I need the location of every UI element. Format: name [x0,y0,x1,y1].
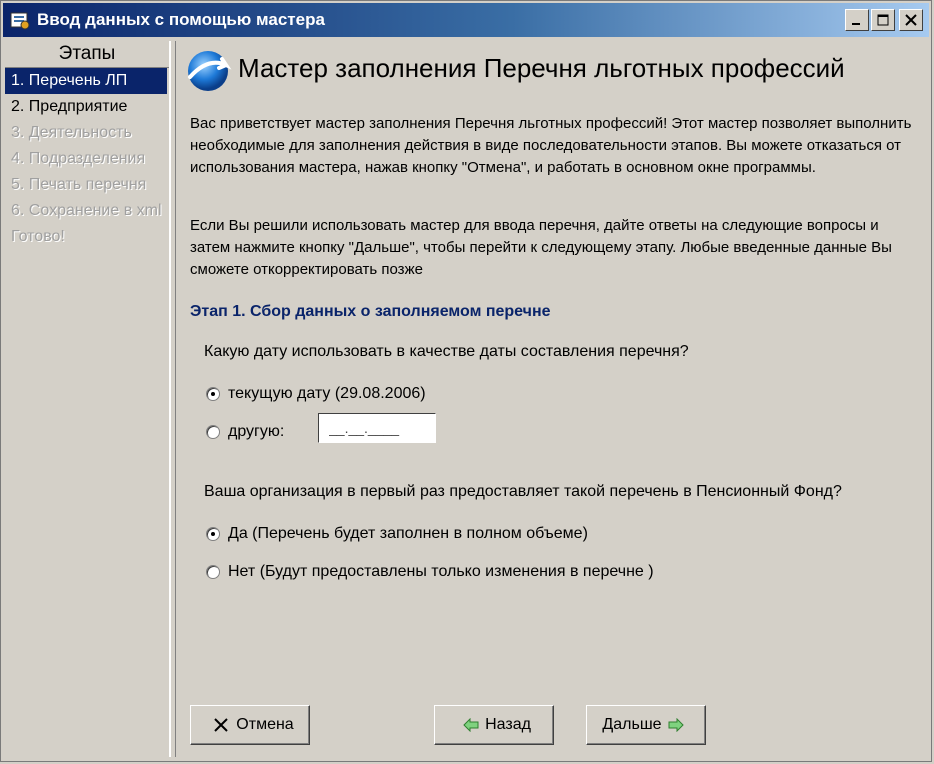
date-input[interactable] [318,413,436,443]
close-icon [905,14,917,26]
arrow-right-icon [668,718,684,732]
step-item-2[interactable]: 2. Предприятие [5,94,169,120]
radio-other-date[interactable] [206,425,220,439]
radio-no[interactable] [206,565,220,579]
cancel-button[interactable]: Отмена [190,705,310,745]
first-time-option-no-label: Нет (Будут предоставлены только изменени… [228,563,654,580]
stage-title: Этап 1. Сбор данных о заполняемом перечн… [190,303,551,320]
app-icon [10,12,30,30]
arrow-left-icon [463,718,479,732]
step-item-3: 3. Деятельность [11,124,132,141]
date-option-current[interactable]: текущую дату (29.08.2006) [206,383,426,405]
close-button[interactable] [899,9,923,31]
step-item-4: 4. Подразделения [11,150,146,167]
intro-paragraph-2: Если Вы решили использовать мастер для в… [190,217,892,278]
next-button[interactable]: Дальше [586,705,706,745]
close-icon [214,718,229,732]
step-item-6: 6. Сохранение в xml [11,202,162,219]
cancel-button-label: Отмена [236,716,294,733]
back-button-label: Назад [485,716,531,733]
wizard-window: Ввод данных с помощью мастера Этапы 1. П… [0,0,932,762]
next-button-label: Дальше [602,716,662,733]
wizard-content: Мастер заполнения Перечня льготных профе… [175,41,929,757]
date-option-other[interactable]: другую: [206,421,284,443]
first-time-option-no[interactable]: Нет (Будут предоставлены только изменени… [206,561,654,583]
title-bar[interactable]: Ввод данных с помощью мастера [3,3,929,37]
minimize-button[interactable] [845,9,869,31]
radio-yes[interactable] [206,527,220,541]
intro-paragraph-1: Вас приветствует мастер заполнения Переч… [190,115,912,176]
first-time-question: Ваша организация в первый раз предоставл… [204,483,842,500]
back-button[interactable]: Назад [434,705,554,745]
step-item-1[interactable]: 1. Перечень ЛП [5,68,167,94]
maximize-button[interactable] [871,9,895,31]
date-option-current-label: текущую дату (29.08.2006) [228,385,426,402]
first-time-option-yes[interactable]: Да (Перечень будет заполнен в полном объ… [206,523,588,545]
first-time-option-yes-label: Да (Перечень будет заполнен в полном объ… [228,525,588,542]
minimize-icon [852,23,860,25]
step-item-5: 5. Печать перечня [11,176,147,193]
date-option-other-label: другую: [228,423,285,440]
radio-current-date[interactable] [206,387,220,401]
date-question: Какую дату использовать в качестве даты … [204,343,689,360]
steps-header: Этапы [5,41,169,68]
wizard-logo-icon [188,51,232,91]
steps-sidebar: Этапы 1. Перечень ЛП 2. Предприятие 3. Д… [5,41,171,757]
window-title: Ввод данных с помощью мастера [37,10,325,29]
step-item-7: Готово! [11,228,65,245]
maximize-icon [877,14,889,26]
wizard-title: Мастер заполнения Перечня льготных профе… [238,53,845,83]
